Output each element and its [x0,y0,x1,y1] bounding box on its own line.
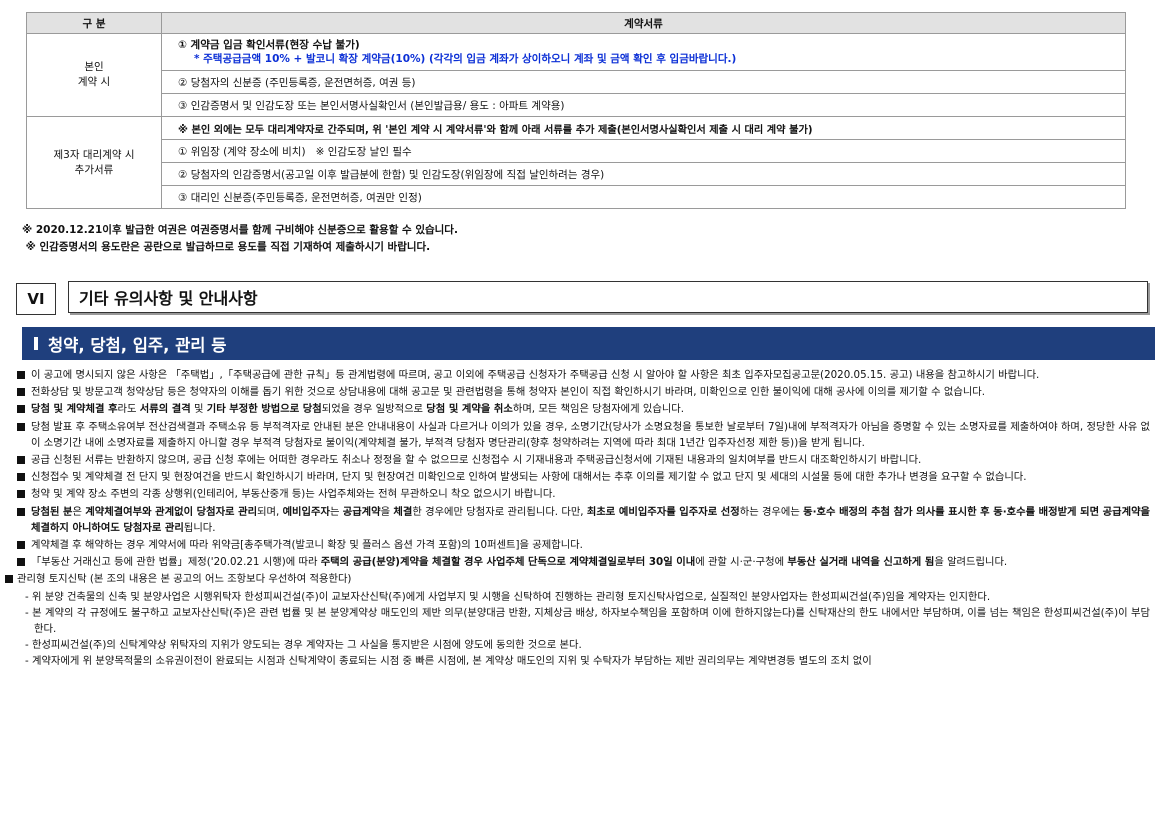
item-text: 예비입주자 [282,505,330,518]
section-title: 기타 유의사항 및 안내사항 [68,281,1148,313]
proxy-item-1: ① 위임장 (계약 장소에 비치) ※ 인감도장 날인 필수 [161,139,1126,163]
bullet-square-icon [5,575,13,584]
bullet-square-icon [17,507,25,516]
table-header-documents: 계약서류 [161,12,1126,34]
item-text: 서류의 결격 [139,403,191,416]
item-text: 은 [72,505,86,518]
item-text: 당첨 및 계약을 취소 [426,403,513,416]
list-item: 관리형 토지신탁 (본 조의 내용은 본 공고의 어느 조항보다 우선하여 적용… [4,571,1150,587]
subsection-title: 청약, 당첨, 입주, 관리 등 [48,335,227,355]
table-header-category: 구 분 [26,12,162,34]
item-text: 「부동산 거래신고 등에 관한 법률」제정('20.02.21 시행)에 따라 [31,556,321,569]
proxy-item-2: ② 당첨자의 인감증명서(공고일 이후 발급분에 한함) 및 인감도장(위임장에… [161,162,1126,186]
item-text: 계약체결여부와 관계없이 당첨자로 관리 [85,505,258,518]
item-text: 전화상담 및 방문고객 청약상담 등은 청약자의 이해를 돕기 위한 것으로 상… [31,386,986,399]
item-text: 부동산 실거래 내역을 신고하게 됨 [787,556,935,569]
list-item: 공급 신청된 서류는 반환하지 않으며, 공급 신청 후에는 어떠한 경우라도 … [16,452,1150,468]
self-item-1: ① 계약금 입금 확인서류(현장 수납 불가) * 주택공급금액 10% + 발… [161,33,1126,71]
bullet-square-icon [17,388,25,397]
proxy-contract-label: 제3자 대리계약 시 추가서류 [26,116,162,209]
self-item-2: ② 당첨자의 신분증 (주민등록증, 운전면허증, 여권 등) [161,70,1126,94]
bullet-square-icon [17,371,25,379]
item-text: 및 [190,403,207,416]
item-text: 되었을 경우 일방적으로 [321,403,427,416]
item-text: 공급 신청된 서류는 반환하지 않으며, 공급 신청 후에는 어떠한 경우라도 … [31,454,922,467]
self-item-1-title: ① 계약금 입금 확인서류(현장 수납 불가) [178,39,360,51]
item-text: 기타 부정한 방법으로 당첨 [206,403,322,416]
notes-block: ※ 2020.12.21이후 발급한 여권은 여권증명서를 함께 구비해야 신분… [22,222,458,256]
proxy-label-line2: 추가서류 [74,163,114,176]
trust-item-3: - 한성피씨건설(주)의 신탁계약상 위탁자의 지위가 양도되는 경우 계약자는… [25,639,582,652]
item-text: 이 공고에 명시되지 않은 사항은 「주택법」,「주택공급에 관한 규칙」등 관… [31,369,1040,381]
trust-item-1: - 위 분양 건축물의 신축 및 분양사업은 시행위탁자 한성피씨건설(주)이 … [25,590,991,603]
note-seal-certificate: ※ 인감증명서의 용도란은 공란으로 발급하므로 용도를 직접 기재하여 제출하… [22,241,431,253]
subsection-band: 청약, 당첨, 입주, 관리 등 [22,327,1155,360]
proxy-item-3: ③ 대리인 신분증(주민등록증, 운전면허증, 여권만 인정) [161,185,1126,209]
item-text: 한 경우에만 당첨자로 관리됩니다. 다만, [412,505,587,518]
contract-documents-table: 구 분 계약서류 본인 계약 시 ① 계약금 입금 확인서류(현장 수납 불가)… [26,12,1126,209]
band-marker-icon [34,337,38,350]
item-text: 하며, 모든 책임은 당첨자에게 있습니다. [512,403,685,416]
self-item-3: ③ 인감증명서 및 인감도장 또는 본인서명사실확인서 (본인발급용/ 용도 :… [161,93,1126,117]
list-item: 청약 및 계약 장소 주변의 각종 상행위(인테리어, 부동산중개 등)는 사업… [16,486,1150,502]
item-text: 을 알려드립니다. [934,556,1008,569]
item-text: 당첨된 분 [31,505,73,518]
item-text: 됩니다. [183,521,216,534]
self-label-line1: 본인 [84,61,104,73]
section-header: VI 기타 유의사항 및 안내사항 [12,281,1150,315]
list-item: 당첨 및 계약체결 후라도 서류의 결격 및 기타 부정한 방법으로 당첨되었을… [16,401,1150,417]
item-text: 계약체결 후 해약하는 경우 계약서에 따라 위약금[총주택가격(발코니 확장 … [31,539,583,552]
proxy-label-line1: 제3자 대리계약 시 [53,148,135,161]
item-text: 당첨 발표 후 주택소유여부 전산검색결과 주택소유 등 부적격자로 안내된 분… [31,420,1150,449]
list-item: 당첨된 분은 계약체결여부와 관계없이 당첨자로 관리되며, 예비입주자는 공급… [16,504,1150,536]
bullet-square-icon [17,422,25,431]
item-text: 라도 [117,403,140,416]
item-text: 되며, [257,505,283,518]
notice-list: 이 공고에 명시되지 않은 사항은 「주택법」,「주택공급에 관한 규칙」등 관… [5,367,1150,670]
self-label-line2: 계약 시 [77,76,111,88]
list-item: 당첨 발표 후 주택소유여부 전산검색결과 주택소유 등 부적격자로 안내된 분… [16,419,1150,451]
list-item: 계약체결 후 해약하는 경우 계약서에 따라 위약금[총주택가격(발코니 확장 … [16,537,1150,553]
list-item: 「부동산 거래신고 등에 관한 법률」제정('20.02.21 시행)에 따라 … [16,554,1150,570]
item-text: 는 [329,505,343,518]
list-item: 이 공고에 명시되지 않은 사항은 「주택법」,「주택공급에 관한 규칙」등 관… [16,367,1150,383]
bullet-square-icon [17,558,25,567]
item-text: 을 [380,505,394,518]
proxy-note: ※ 본인 외에는 모두 대리계약자로 간주되며, 위 '본인 계약 시 계약서류… [161,116,1126,140]
trust-title: 관리형 토지신탁 (본 조의 내용은 본 공고의 어느 조항보다 우선하여 적용… [17,573,352,586]
trust-item-4: - 계약자에게 위 분양목적물의 소유권이전이 완료되는 시점과 신탁계약이 종… [25,655,872,668]
bullet-square-icon [17,490,25,499]
trust-item-2: - 본 계약의 각 규정에도 불구하고 교보자산신탁(주)은 관련 법률 및 본… [25,606,1151,636]
item-text: 당첨 및 계약체결 후 [31,403,118,416]
item-text: 하는 경우에는 [739,505,804,518]
note-passport: ※ 2020.12.21이후 발급한 여권은 여권증명서를 함께 구비해야 신분… [22,224,458,236]
item-text: 체결 [393,505,413,518]
bullet-square-icon [17,473,25,482]
self-contract-label: 본인 계약 시 [26,33,162,117]
item-text: 최초로 예비입주자를 입주자로 선정 [586,505,740,518]
section-number: VI [16,283,56,315]
item-text: 에 관할 시·군·구청에 [695,556,788,569]
item-text: 신청접수 및 계약체결 전 단지 및 현장여건을 반드시 확인하시기 바라며, … [31,471,1027,484]
self-item-1-note: * 주택공급금액 10% + 발코니 확장 계약금(10%) (각각의 입금 계… [194,53,737,65]
list-item: 전화상담 및 방문고객 청약상담 등은 청약자의 이해를 돕기 위한 것으로 상… [16,384,1150,400]
list-item: 신청접수 및 계약체결 전 단지 및 현장여건을 반드시 확인하시기 바라며, … [16,469,1150,485]
bullet-square-icon [17,456,25,465]
item-text: 주택의 공급(분양)계약을 체결할 경우 사업주체 단독으로 계약체결일로부터 … [320,556,696,569]
bullet-square-icon [17,541,25,550]
item-text: 청약 및 계약 장소 주변의 각종 상행위(인테리어, 부동산중개 등)는 사업… [31,488,556,501]
item-text: 공급계약 [342,505,381,518]
bullet-square-icon [17,405,25,414]
